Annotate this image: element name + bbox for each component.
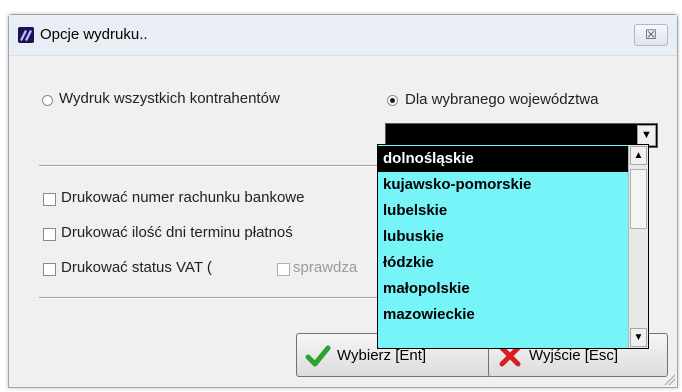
exit-button-label: Wyjście [Esc]: [529, 347, 619, 364]
dropdown-item[interactable]: mazowieckie: [378, 302, 628, 328]
dropdown-item[interactable]: kujawsko-pomorskie: [378, 172, 628, 198]
dropdown-item[interactable]: łódzkie: [378, 250, 628, 276]
chevron-down-icon: ▼: [633, 332, 644, 343]
scroll-up-button[interactable]: ▲: [630, 146, 647, 165]
dropdown-scrollbar[interactable]: ▲ ▼: [628, 145, 648, 348]
checkbox-vat-status-label: Drukować status VAT (: [61, 259, 212, 276]
radio-all-contractors-label: Wydruk wszystkich kontrahentów: [59, 90, 280, 107]
dropdown-item[interactable]: małopolskie: [378, 276, 628, 302]
close-icon: ☒: [645, 27, 657, 42]
scroll-down-button[interactable]: ▼: [630, 328, 647, 347]
separator-bottom: [39, 297, 389, 299]
checkbox-payment-days-label: Drukować ilość dni terminu płatnoś: [61, 224, 293, 241]
separator-top: [39, 165, 389, 167]
checkbox-verify[interactable]: [277, 263, 290, 276]
scroll-thumb[interactable]: [630, 169, 647, 229]
dropdown-item-selected[interactable]: dolnośląskie: [378, 146, 628, 172]
checkbox-bank-account-label: Drukować numer rachunku bankowe: [61, 189, 305, 206]
radio-selected-voivodeship[interactable]: [387, 95, 398, 106]
title-bar: Opcje wydruku.. ☒: [9, 15, 677, 56]
dropdown-item[interactable]: lubuskie: [378, 224, 628, 250]
checkbox-bank-account[interactable]: [43, 193, 56, 206]
dropdown-arrow-button[interactable]: ▼: [637, 125, 656, 146]
radio-all-contractors[interactable]: [42, 95, 53, 106]
checkbox-payment-days[interactable]: [43, 228, 56, 241]
checkmark-icon: [305, 345, 331, 367]
checkbox-vat-status[interactable]: [43, 263, 56, 276]
app-logo-icon: [18, 27, 34, 43]
checkbox-verify-label: sprawdza: [293, 259, 358, 276]
dropdown-item[interactable]: lubelskie: [378, 198, 628, 224]
chevron-down-icon: ▼: [641, 129, 652, 141]
select-button-label: Wybierz [Ent]: [337, 347, 427, 364]
chevron-up-icon: ▲: [633, 150, 644, 161]
voivodeship-dropdown-list[interactable]: dolnośląskie kujawsko-pomorskie lubelski…: [377, 144, 649, 349]
resize-grip[interactable]: [663, 373, 675, 385]
radio-selected-voivodeship-label: Dla wybranego województwa: [405, 91, 599, 108]
close-button[interactable]: ☒: [634, 24, 668, 46]
window-title: Opcje wydruku..: [40, 26, 148, 43]
